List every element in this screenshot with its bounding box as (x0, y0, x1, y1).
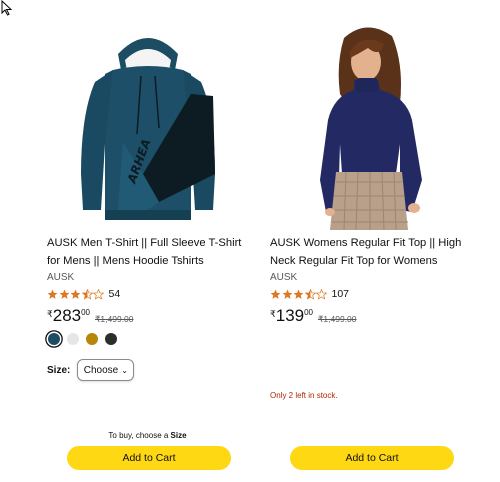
rating-row[interactable]: 54 (47, 288, 120, 300)
list-price: ₹1,499.00 (95, 314, 134, 324)
swatch-mustard[interactable] (86, 333, 98, 345)
size-dropdown-value: Choose (83, 364, 119, 376)
color-swatches (48, 333, 124, 345)
product-card-hoodie: ARHEA AUSK Men T-Shirt || Full Sleeve T-… (45, 0, 250, 482)
product-image[interactable] (268, 24, 473, 232)
stock-status: Only 2 left in stock. (270, 391, 338, 400)
star-empty-icon (93, 288, 104, 300)
price-fraction: 00 (304, 308, 314, 317)
size-row: Size: Choose ⌄ (47, 359, 135, 381)
choose-note-size: Size (170, 431, 187, 440)
star-full-icon (293, 289, 304, 299)
product-card-womens-top: AUSK Womens Regular Fit Top || High Neck… (268, 0, 473, 482)
star-full-icon (270, 289, 281, 299)
star-full-icon (70, 289, 81, 299)
star-rating (270, 288, 328, 300)
list-price: ₹1,499.00 (318, 314, 357, 324)
product-title[interactable]: AUSK Womens Regular Fit Top || High Neck… (270, 234, 475, 270)
price-whole: 283 (52, 306, 82, 325)
star-full-icon (47, 289, 58, 299)
price-whole: 139 (275, 306, 305, 325)
rating-count[interactable]: 54 (109, 288, 121, 300)
size-label: Size: (47, 364, 71, 376)
price-fraction: 00 (81, 308, 91, 317)
star-full-icon (59, 289, 69, 299)
swatch-dark-olive[interactable] (105, 333, 117, 345)
add-to-cart-button[interactable]: Add to Cart (290, 446, 454, 470)
chevron-down-icon: ⌄ (121, 365, 128, 375)
size-dropdown[interactable]: Choose ⌄ (77, 359, 135, 381)
price: ₹ 283 00 ₹1,499.00 (47, 306, 134, 326)
star-rating (47, 288, 105, 300)
product-brand: AUSK (47, 272, 75, 283)
star-half-icon (304, 288, 316, 300)
star-empty-icon (316, 288, 327, 300)
swatch-teal[interactable] (48, 333, 60, 345)
choose-size-note: To buy, choose a Size (45, 431, 250, 440)
swatch-white[interactable] (67, 333, 79, 345)
star-full-icon (282, 289, 292, 299)
product-title[interactable]: AUSK Men T-Shirt || Full Sleeve T-Shirt … (47, 234, 252, 270)
mouse-cursor-icon (1, 0, 13, 16)
add-to-cart-button[interactable]: Add to Cart (67, 446, 231, 470)
product-image[interactable]: ARHEA (45, 24, 250, 232)
star-half-icon (81, 288, 93, 300)
rating-row[interactable]: 107 (270, 288, 349, 300)
choose-note-text: To buy, choose a (108, 431, 169, 440)
rating-count[interactable]: 107 (332, 288, 350, 300)
womens-top-image (319, 27, 422, 230)
price: ₹ 139 00 ₹1,499.00 (270, 306, 357, 326)
hoodie-image: ARHEA (80, 38, 215, 220)
product-brand: AUSK (270, 272, 298, 283)
